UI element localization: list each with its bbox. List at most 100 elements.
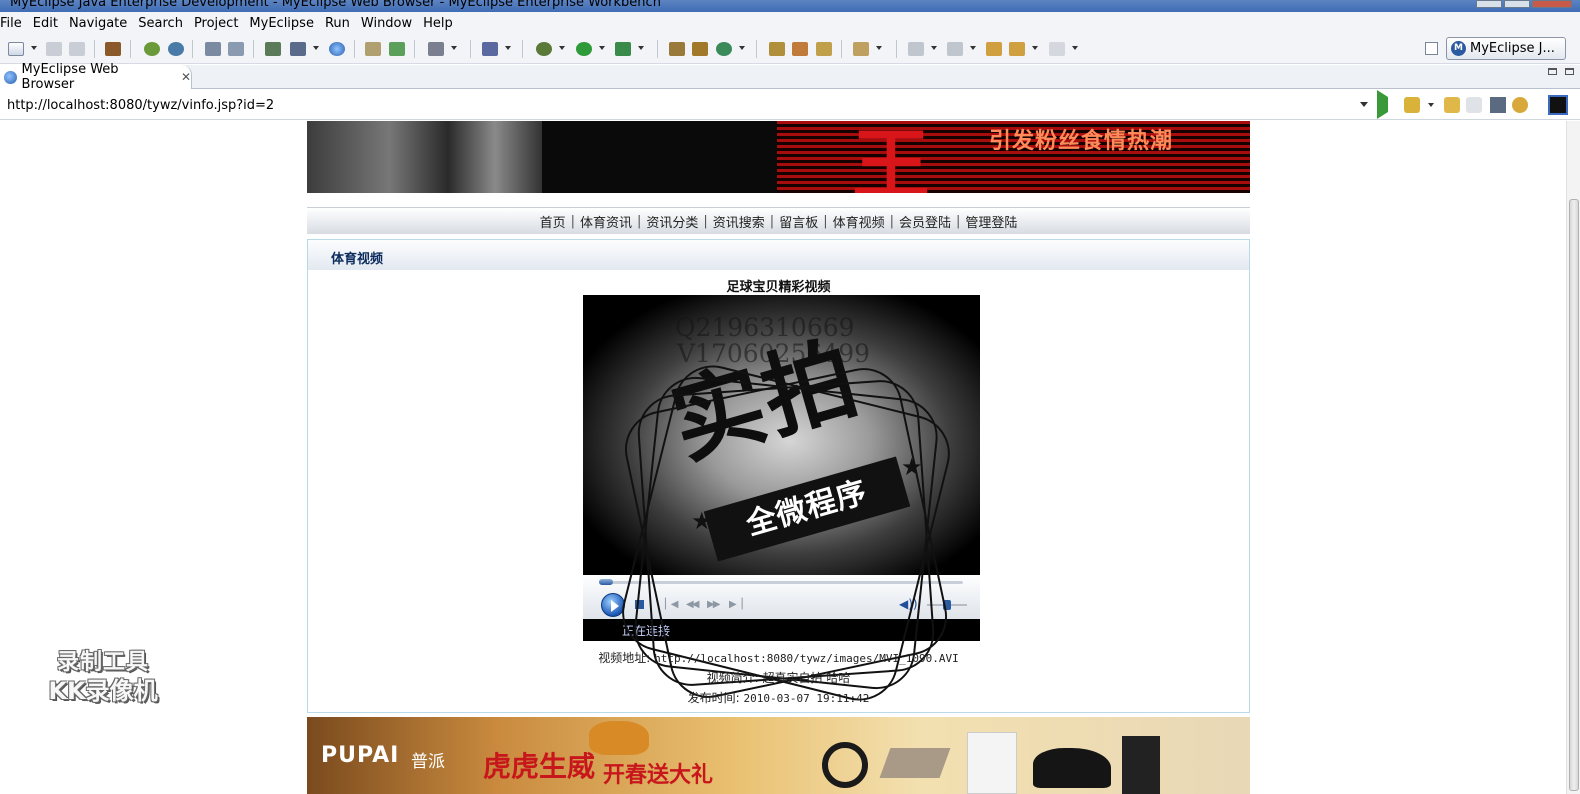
deploy-icon[interactable]	[144, 42, 160, 56]
suit-product-icon	[1122, 736, 1160, 794]
open-resource-icon[interactable]	[816, 42, 832, 56]
rocket-icon[interactable]	[792, 42, 808, 56]
add-icon[interactable]	[389, 42, 405, 56]
url-history-dropdown-icon[interactable]	[1360, 102, 1368, 107]
edit-icon[interactable]	[205, 42, 221, 56]
previous-annotation-icon[interactable]	[947, 42, 963, 56]
perspective-switcher[interactable]: M MyEclipse J...	[1446, 37, 1566, 60]
tab-myeclipse-web-browser[interactable]: MyEclipse Web Browser ✕	[0, 62, 192, 92]
run-dropdown-icon[interactable]	[599, 46, 605, 50]
browser-back-icon[interactable]	[1444, 97, 1460, 113]
new-icon[interactable]	[8, 42, 24, 56]
run-icon[interactable]	[576, 42, 592, 56]
forward-icon[interactable]	[1049, 42, 1065, 56]
external-tools-icon[interactable]	[615, 42, 631, 56]
new-class-icon[interactable]	[716, 42, 732, 56]
bottom-ad-banner[interactable]: PUPAI 普派 虎虎生威 开春送大礼	[307, 717, 1250, 794]
camera-dropdown-icon[interactable]	[451, 46, 457, 50]
menu-bar: File Edit Navigate Search Project MyEcli…	[0, 12, 1580, 34]
seek-knob[interactable]	[599, 579, 613, 585]
console-view-icon[interactable]	[1548, 95, 1568, 115]
open-folder-icon[interactable]	[365, 42, 381, 56]
media-player[interactable]: Q2196310669 V17060256499 实拍 全微程序 ★ ★ ▏◀ …	[583, 295, 980, 641]
debug-icon[interactable]	[536, 42, 552, 56]
browser-refresh-icon[interactable]	[1512, 97, 1528, 113]
new-wizard-icon[interactable]	[482, 42, 498, 56]
wizard-dropdown-icon[interactable]	[505, 46, 511, 50]
maximize-view-icon[interactable]	[1565, 68, 1574, 75]
new-package-icon[interactable]	[692, 42, 708, 56]
next-annotation-icon[interactable]	[908, 42, 924, 56]
favorites-icon[interactable]	[1404, 97, 1420, 113]
forward-dropdown-icon[interactable]	[1072, 46, 1078, 50]
seek-bar[interactable]	[599, 579, 963, 585]
nav-news-categories[interactable]: 资讯分类	[642, 212, 702, 231]
camera-icon[interactable]	[428, 42, 444, 56]
maximize-button[interactable]	[1504, 0, 1530, 8]
menu-myeclipse[interactable]: MyEclipse	[244, 16, 320, 31]
open-type-icon[interactable]	[769, 42, 785, 56]
menu-navigate[interactable]: Navigate	[64, 16, 133, 31]
menu-project[interactable]: Project	[189, 16, 244, 31]
close-window-button[interactable]	[1532, 0, 1572, 8]
nav-news-search[interactable]: 资讯搜索	[709, 212, 769, 231]
next-annotation-dropdown-icon[interactable]	[931, 46, 937, 50]
volume-slider[interactable]	[927, 600, 967, 610]
save-all-icon[interactable]	[69, 42, 85, 56]
stop-button[interactable]	[635, 600, 644, 609]
last-edit-icon[interactable]	[986, 42, 1002, 56]
previous-annotation-dropdown-icon[interactable]	[970, 46, 976, 50]
previous-track-icon[interactable]: ▏◀	[665, 599, 678, 610]
folder-dropdown-icon[interactable]	[876, 46, 882, 50]
play-button[interactable]	[601, 593, 625, 617]
nav-home[interactable]: 首页	[536, 212, 570, 231]
new-class-dropdown-icon[interactable]	[739, 46, 745, 50]
minimize-view-icon[interactable]	[1548, 68, 1557, 75]
browser-forward-icon[interactable]	[1466, 97, 1482, 113]
server-icon[interactable]	[168, 42, 184, 56]
menu-search[interactable]: Search	[133, 16, 189, 31]
ad-brand-cn: 普派	[411, 752, 445, 772]
globe-icon[interactable]	[329, 42, 345, 56]
hierarchy-icon[interactable]	[265, 42, 281, 56]
back-dropdown-icon[interactable]	[1032, 46, 1038, 50]
menu-file[interactable]: File	[0, 16, 28, 31]
rewind-icon[interactable]: ◀◀	[686, 599, 699, 610]
scrollbar-thumb[interactable]	[1569, 199, 1579, 791]
minimize-button[interactable]	[1476, 0, 1502, 8]
fast-forward-icon[interactable]: ▶▶	[707, 599, 720, 610]
volume-knob[interactable]	[943, 600, 951, 610]
close-tab-icon[interactable]: ✕	[181, 70, 191, 84]
nav-sports-videos[interactable]: 体育视频	[829, 212, 889, 231]
menu-edit[interactable]: Edit	[28, 16, 64, 31]
url-input[interactable]	[2, 94, 1364, 116]
page-scrollbar[interactable]	[1566, 121, 1580, 794]
video-address-line: 视频地址: http://localhost:8080/tywz/images/…	[308, 649, 1249, 666]
speaker-icon[interactable]: ◀))	[899, 597, 918, 611]
save-icon[interactable]	[46, 42, 62, 56]
menu-window[interactable]: Window	[356, 16, 418, 31]
export-dropdown-icon[interactable]	[313, 46, 319, 50]
browser-stop-icon[interactable]	[1490, 97, 1506, 113]
debug-dropdown-icon[interactable]	[559, 46, 565, 50]
nav-member-login[interactable]: 会员登陆	[895, 212, 955, 231]
perspective-label: MyEclipse J...	[1470, 41, 1555, 56]
nav-sports-news[interactable]: 体育资讯	[576, 212, 636, 231]
package-icon[interactable]	[105, 42, 121, 56]
new-project-icon[interactable]	[669, 42, 685, 56]
video-frame[interactable]: Q2196310669 V17060256499 实拍 全微程序 ★ ★	[583, 295, 980, 575]
search-icon[interactable]	[228, 42, 244, 56]
external-tools-dropdown-icon[interactable]	[638, 46, 644, 50]
next-track-icon[interactable]: ▶▕	[729, 599, 742, 610]
favorites-dropdown-icon[interactable]	[1428, 103, 1434, 107]
new-dropdown-icon[interactable]	[31, 46, 37, 50]
nav-message-board[interactable]: 留言板	[775, 212, 822, 231]
menu-help[interactable]: Help	[418, 16, 459, 31]
back-icon[interactable]	[1009, 42, 1025, 56]
folder-icon[interactable]	[853, 42, 869, 56]
open-perspective-icon[interactable]	[1425, 42, 1438, 55]
file-export-icon[interactable]	[290, 42, 306, 56]
go-button[interactable]	[1374, 90, 1390, 119]
nav-admin-login[interactable]: 管理登陆	[961, 212, 1021, 231]
menu-run[interactable]: Run	[320, 16, 356, 31]
